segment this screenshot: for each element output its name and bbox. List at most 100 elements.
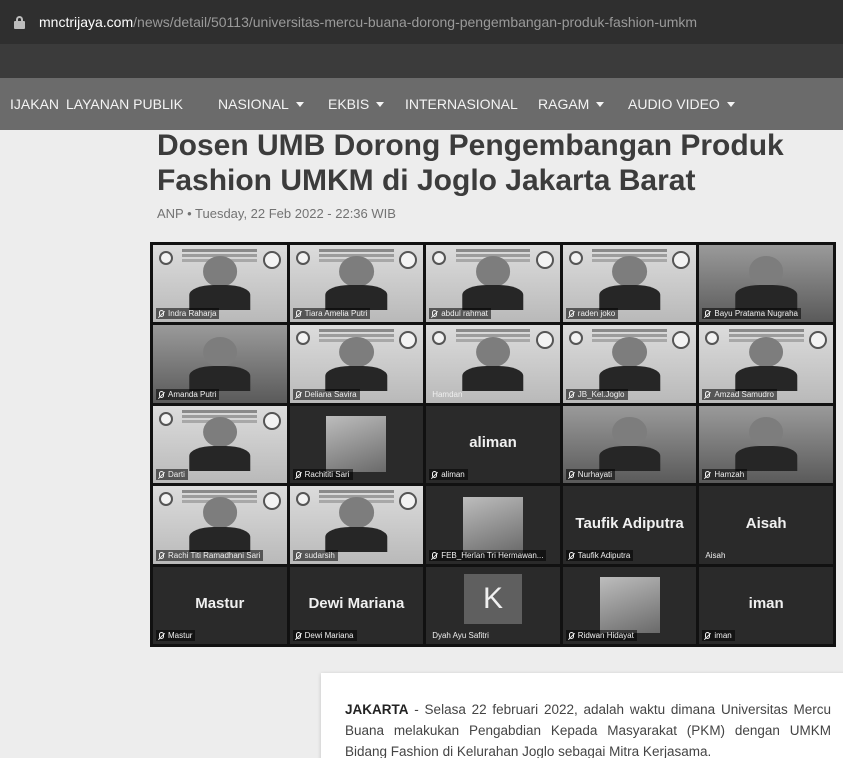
participant-video [735,336,797,391]
participant-tile: Rachititi Sari [289,405,424,484]
mic-muted-icon [159,390,164,398]
main-nav: IJAKAN LAYANAN PUBLIK NASIONAL EKBIS INTERNA… [0,78,843,130]
participant-name-label: Aisah [702,550,728,561]
mic-muted-icon [159,551,164,559]
site-header-band [0,44,843,78]
participant-video [325,497,388,552]
participant-name-label: Rachititi Sari [292,469,353,481]
participant-tile: K Dyah Ayu Safitri [426,566,560,644]
lead-text: - Selasa 22 februari 2022, adalah waktu … [345,702,831,758]
participant-name-text: Dyah Ayu Safitri [432,630,489,640]
participant-name-text: Bayu Pratama Nugraha [714,309,798,319]
nav-item-label: NASIONAL [218,96,289,112]
mic-muted-icon [432,310,438,318]
university-logo-icon [159,411,173,426]
participant-name-label: aliman [429,469,468,481]
participant-display-name: aliman [469,434,517,452]
participant-tile: FEB_Herlan Tri Hermawan... [426,486,560,564]
participant-name-label: Rachi Titi Ramadhani Sari [156,549,264,561]
participant-name-label: sudarsih [292,549,338,561]
participant-avatar: K [463,574,522,625]
participant-name-text: Ridwan Hidayat [577,630,634,640]
participant-name-label: Amzad Samudro [702,388,777,400]
mic-muted-icon [705,631,711,639]
mic-muted-icon [159,471,164,479]
participant-name-text: JB_Kel.Joglo [577,389,625,399]
article-lead-paragraph: JAKARTA - Selasa 22 februari 2022, adala… [345,699,831,758]
participant-video [735,256,797,311]
participant-name-text: Indra Raharja [168,309,217,319]
mic-muted-icon [568,551,574,559]
participant-name-label: FEB_Herlan Tri Hermawan... [429,549,547,561]
chevron-down-icon [596,101,605,107]
participant-name-label: Ridwan Hidayat [565,629,637,641]
nav-item-ragam[interactable]: RAGAM [538,96,605,112]
participant-video [189,497,251,552]
mic-muted-icon [295,390,301,398]
participant-tile: Nurhayati [562,405,697,484]
mic-muted-icon [432,551,438,559]
participant-tile: Taufik Adiputra Taufik Adiputra [562,486,697,564]
mic-muted-icon [568,471,574,479]
address-bar[interactable]: mnctrijaya.com/news/detail/50113/univers… [0,0,843,44]
participant-tile: abdul rahmat [426,245,560,323]
participant-name-label: Tiara Amelia Putri [292,308,371,320]
participant-name-text: FEB_Herlan Tri Hermawan... [441,550,544,560]
participant-name-label: Hamzah [702,469,748,481]
participant-name-label: JB_Kel.Joglo [565,388,628,400]
mic-muted-icon [295,310,301,318]
participant-name-label: iman [702,629,735,641]
participant-video [598,336,661,391]
university-logo-icon [159,492,173,507]
nav-item-label: LAYANAN PUBLIK [66,96,183,112]
university-logo-icon [568,331,583,346]
participant-name-label: raden joko [565,308,619,320]
article-title: Dosen UMB Dorong Pengembangan Produk Fas… [157,129,784,197]
participant-name-text: Aisah [705,550,726,560]
participant-video [325,256,388,311]
nav-item-ijakan[interactable]: IJAKAN [10,96,59,112]
participant-display-name: Taufik Adiputra [575,514,684,532]
participant-video [462,256,524,311]
chevron-down-icon [376,101,385,107]
nav-item-layanan-publik[interactable]: LAYANAN PUBLIK [66,96,183,112]
participant-tile: Darti [153,405,287,484]
participant-tile: Mastur Mastur [153,566,287,644]
participant-name-text: abdul rahmat [441,309,488,319]
participant-name-text: Hamdan [432,389,463,399]
participant-tile: Hamdan [426,325,560,403]
participant-name-label: abdul rahmat [429,308,491,320]
participant-name-label: Taufik Adiputra [565,549,634,561]
participant-name-text: Deliana Savira [304,389,357,399]
nav-item-nasional[interactable]: NASIONAL [218,96,304,112]
nav-item-ekbis[interactable]: EKBIS [328,96,385,112]
nav-item-audio-video[interactable]: AUDIO VIDEO [628,96,735,112]
mic-muted-icon [159,631,164,639]
participant-name-text: sudarsih [304,550,335,560]
participant-name-label: Nurhayati [565,469,616,481]
participant-name-text: raden joko [577,309,616,319]
participant-tile: Rachi Titi Ramadhani Sari [153,486,287,564]
participant-video [325,336,388,391]
url-text[interactable]: mnctrijaya.com/news/detail/50113/univers… [39,14,697,30]
participant-name-text: iman [714,630,732,640]
participant-tile: raden joko [562,245,697,323]
participant-profile-photo [326,416,387,473]
participant-tile: Tiara Amelia Putri [289,245,424,323]
mic-muted-icon [432,471,438,479]
participant-name-label: Amanda Putri [156,388,220,400]
participant-tile: aliman aliman [426,405,560,484]
nav-item-internasional[interactable]: INTERNASIONAL [405,96,518,112]
participant-video [598,256,661,311]
participant-display-name: Mastur [195,595,245,613]
participant-name-label: Mastur [156,629,196,641]
mic-muted-icon [295,471,301,479]
chevron-down-icon [726,101,735,107]
participant-name-text: Amzad Samudro [714,389,774,399]
participant-display-name: iman [748,595,784,613]
participant-tile: sudarsih [289,486,424,564]
participant-tile: Amzad Samudro [699,325,833,403]
participant-name-label: Dyah Ayu Safitri [429,630,492,641]
chevron-down-icon [295,101,304,107]
lead-dateline: JAKARTA [345,702,409,717]
